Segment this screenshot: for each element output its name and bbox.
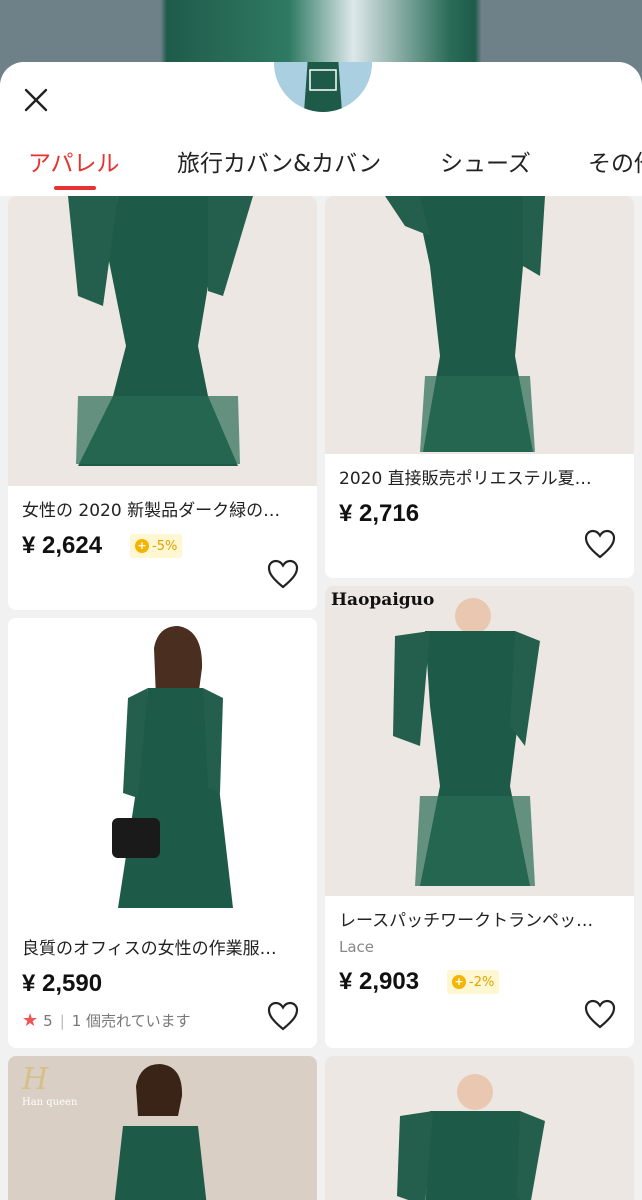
product-image — [325, 1056, 634, 1200]
heart-icon[interactable] — [266, 558, 300, 590]
product-price: ¥ 2,624 — [22, 532, 103, 559]
discount-value: -2% — [469, 974, 495, 990]
coin-icon: + — [135, 539, 149, 553]
discount-badge: + -2% — [447, 970, 500, 994]
brand-watermark: Haopaiguo — [331, 590, 435, 610]
tab-shoes[interactable]: シューズ — [440, 144, 531, 178]
product-image — [325, 196, 634, 454]
active-tab-indicator — [54, 186, 96, 190]
tab-luggage-bags[interactable]: 旅行カバン&カバン — [177, 144, 381, 178]
product-image — [8, 196, 317, 486]
product-title: レースパッチワークトランペッ… — [339, 911, 594, 931]
heart-icon[interactable] — [266, 1000, 300, 1032]
close-icon — [24, 88, 48, 112]
product-price: ¥ 2,716 — [339, 500, 420, 527]
product-price: ¥ 2,590 — [22, 970, 103, 997]
rating-divider: | — [59, 1011, 65, 1030]
product-material: Lace — [339, 938, 375, 956]
product-card[interactable]: Haopaiguo レースパッチワークトランペッ… Lace ¥ 2,903 +… — [325, 586, 634, 1048]
heart-icon[interactable] — [583, 998, 617, 1030]
category-tabs: アパレル 旅行カバン&カバン シューズ その他 — [0, 140, 642, 196]
product-title: 女性の 2020 新製品ダーク緑の… — [22, 501, 281, 521]
star-icon: ★ — [22, 1010, 39, 1031]
tab-apparel[interactable]: アパレル — [28, 144, 120, 178]
rating-row: ★ 5 | 1 個売れています — [22, 1010, 191, 1031]
product-title: 2020 直接販売ポリエステル夏… — [339, 469, 592, 489]
product-image: Haopaiguo — [325, 586, 634, 896]
product-card[interactable]: 2020 直接販売ポリエステル夏… ¥ 2,716 — [325, 196, 634, 578]
discount-value: -5% — [152, 538, 178, 554]
tab-others[interactable]: その他 — [588, 144, 642, 178]
close-button[interactable] — [16, 80, 56, 120]
category-sheet: アパレル 旅行カバン&カバン シューズ その他 女性の 2020 新製品ダーク緑… — [0, 62, 642, 1200]
product-price: ¥ 2,903 — [339, 968, 420, 995]
sold-count: 1 個売れています — [71, 1012, 191, 1030]
product-card[interactable]: 女性の 2020 新製品ダーク緑の… ¥ 2,624 + -5% — [8, 196, 317, 610]
product-grid: 女性の 2020 新製品ダーク緑の… ¥ 2,624 + -5% 2020 直接… — [0, 196, 642, 1200]
heart-icon[interactable] — [583, 528, 617, 560]
rating-value: 5 — [43, 1011, 53, 1030]
coin-icon: + — [452, 975, 466, 989]
product-image — [8, 618, 317, 926]
brand-logo: H Han queen — [22, 1062, 78, 1108]
product-card[interactable]: 良質のオフィスの女性の作業服… ¥ 2,590 ★ 5 | 1 個売れています — [8, 618, 317, 1048]
product-title: 良質のオフィスの女性の作業服… — [22, 939, 277, 959]
product-image: H Han queen — [8, 1056, 317, 1200]
discount-badge: + -5% — [130, 534, 183, 558]
product-card[interactable] — [325, 1056, 634, 1200]
product-card[interactable]: H Han queen — [8, 1056, 317, 1200]
